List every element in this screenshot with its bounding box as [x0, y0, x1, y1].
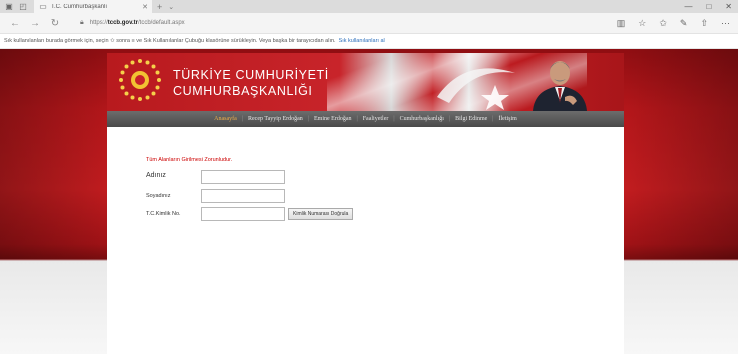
- pen-icon[interactable]: ✎: [680, 18, 688, 29]
- address-path: /tccb/default.aspx: [137, 20, 185, 26]
- tab-preview-icon[interactable]: ▣: [4, 2, 14, 11]
- new-tab-icon[interactable]: +: [157, 2, 162, 12]
- name-label: Adınız: [146, 172, 166, 179]
- forward-arrow-icon[interactable]: →: [30, 18, 40, 29]
- site-title-line2: CUMHURBAŞKANLIĞI: [173, 84, 313, 98]
- lock-icon: 🔒︎: [80, 19, 84, 26]
- tab-close-icon[interactable]: ✕: [138, 3, 152, 11]
- browser-titlebar: ▣ ◰ ▭ T.C. Cumhurbaşkanlı ✕ + ⌄ — □ ✕: [0, 0, 738, 13]
- back-tabs-icon[interactable]: ◰: [18, 2, 28, 11]
- more-icon[interactable]: ⋯: [721, 18, 730, 29]
- name-input[interactable]: [201, 170, 285, 184]
- crescent-star-icon: [437, 68, 515, 110]
- tab-list-chevron-icon[interactable]: ⌄: [168, 3, 174, 11]
- menu-item-anasayfa[interactable]: Anasayfa: [209, 116, 242, 122]
- favorites-hub-icon[interactable]: ✩: [659, 18, 667, 29]
- verify-id-button[interactable]: Kimlik Numarası Doğrula: [288, 208, 354, 220]
- maximize-icon[interactable]: □: [706, 2, 711, 11]
- tab-title: T.C. Cumhurbaşkanlı: [51, 3, 108, 10]
- window-controls: — □ ✕: [684, 0, 732, 13]
- page-viewport: TÜRKİYE CUMHURİYETİ CUMHURBAŞKANLIĞI Ana…: [0, 49, 738, 354]
- minimize-icon[interactable]: —: [684, 2, 692, 11]
- menu-item-faaliyetler[interactable]: Faaliyetler: [358, 116, 394, 122]
- menu-item-iletisim[interactable]: İletişim: [494, 116, 522, 122]
- site-header-banner: TÜRKİYE CUMHURİYETİ CUMHURBAŞKANLIĞI: [107, 53, 624, 111]
- required-fields-note: Tüm Alanların Girilmesi Zorunludur.: [146, 157, 233, 163]
- favorite-star-icon[interactable]: ☆: [638, 18, 646, 29]
- share-icon[interactable]: ⇧: [700, 18, 708, 29]
- site-title-line1: TÜRKİYE CUMHURİYETİ: [173, 68, 329, 82]
- identity-form-panel: Tüm Alanların Girilmesi Zorunludur. Adın…: [107, 127, 624, 354]
- menu-item-bilgi-edinme[interactable]: Bilgi Edinme: [450, 116, 492, 122]
- tc-id-label: T.C.Kimlik No.: [146, 211, 181, 217]
- import-favorites-link[interactable]: Sık kullanılanları al: [339, 38, 385, 44]
- address-bar[interactable]: 🔒︎ https:// tccb.gov.tr /tccb/default.as…: [80, 19, 440, 27]
- surname-label: Soyadınız: [146, 193, 171, 199]
- favorites-bar-text: Sık kullanılanları burada görmek için, s…: [4, 38, 336, 44]
- surname-input[interactable]: [201, 189, 285, 203]
- president-portrait: [533, 61, 587, 111]
- address-prefix: https://: [89, 20, 108, 26]
- browser-toolbar-right: ▥ ☆ ✩ ✎ ⇧ ⋯: [617, 13, 730, 34]
- back-arrow-icon[interactable]: ←: [10, 18, 20, 29]
- presidential-seal-icon: [119, 59, 161, 101]
- main-nav-menu: Anasayfa | Recep Tayyip Erdoğan | Emine …: [107, 111, 624, 127]
- reading-view-icon[interactable]: ▥: [617, 18, 626, 29]
- close-window-icon[interactable]: ✕: [725, 2, 732, 11]
- browser-navbar: ← → ↻ 🔒︎ https:// tccb.gov.tr /tccb/defa…: [0, 13, 738, 34]
- tc-id-input[interactable]: [201, 207, 285, 221]
- browser-tab[interactable]: ▭ T.C. Cumhurbaşkanlı ✕: [34, 0, 152, 13]
- menu-item-recep-tayyip-erdogan[interactable]: Recep Tayyip Erdoğan: [243, 116, 308, 122]
- favorites-bar: Sık kullanılanları burada görmek için, s…: [0, 34, 738, 49]
- page-favicon-icon: ▭: [39, 2, 47, 11]
- refresh-icon[interactable]: ↻: [50, 18, 60, 29]
- address-domain: tccb.gov.tr: [107, 20, 138, 26]
- menu-item-cumhurbaskanligi[interactable]: Cumhurbaşkanlığı: [395, 116, 449, 122]
- menu-item-emine-erdogan[interactable]: Emine Erdoğan: [309, 116, 357, 122]
